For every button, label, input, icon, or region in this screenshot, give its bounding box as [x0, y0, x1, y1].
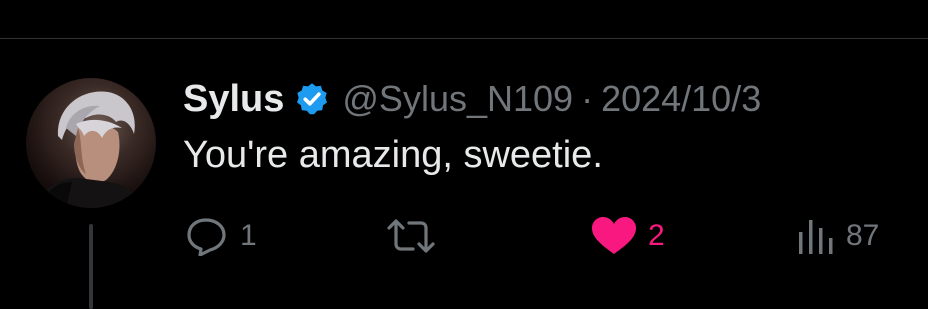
divider [0, 38, 928, 39]
thread-line [89, 224, 93, 309]
avatar[interactable] [26, 78, 156, 208]
reply-count: 1 [240, 219, 257, 252]
views-chart-icon [799, 220, 833, 254]
retweet-button[interactable] [386, 214, 436, 258]
avatar-portrait [36, 91, 148, 208]
reply-button[interactable]: 1 [186, 214, 257, 258]
tweet-text: You're amazing, sweetie. [183, 134, 603, 176]
heart-filled-icon [592, 217, 636, 254]
author-handle[interactable]: @Sylus_N109 [342, 78, 573, 120]
tweet-date[interactable]: 2024/10/3 [601, 78, 761, 120]
views-count: 87 [846, 219, 880, 252]
tweet-header: Sylus @Sylus_N109 · 2024/10/3 [183, 78, 761, 120]
reply-icon [187, 218, 226, 256]
separator-dot: · [581, 78, 594, 119]
like-button[interactable]: 2 [590, 214, 665, 258]
verified-badge-icon[interactable] [294, 81, 330, 117]
views-button[interactable]: 87 [796, 214, 879, 258]
bookmark-icon[interactable] [822, 0, 846, 8]
retweet-icon [387, 219, 435, 253]
author-name[interactable]: Sylus [183, 78, 284, 121]
like-count: 2 [648, 219, 665, 252]
